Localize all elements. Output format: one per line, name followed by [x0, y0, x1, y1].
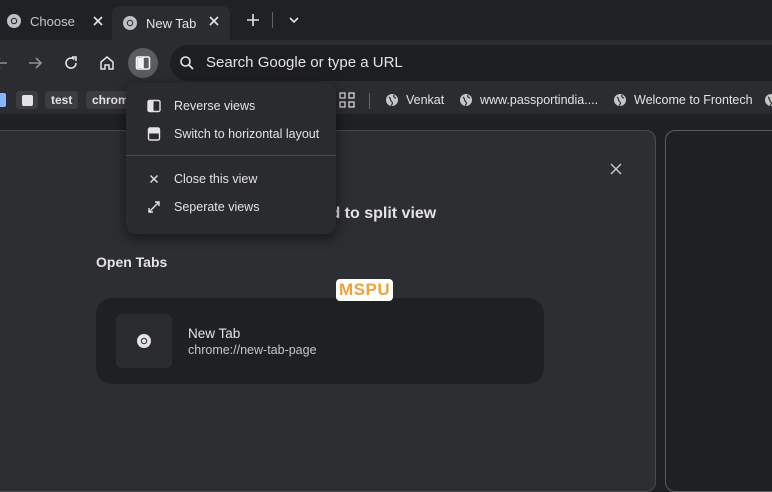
- split-view-button[interactable]: [128, 48, 158, 78]
- new-tab-plus-icon[interactable]: [244, 11, 262, 29]
- tab-search-chevron-icon[interactable]: [286, 12, 302, 28]
- split-view-heading: ld to split view: [326, 205, 437, 222]
- tab-title: Choose a: [30, 13, 78, 29]
- tab-new-tab[interactable]: New Tab: [112, 6, 230, 40]
- tab-card-url: chrome://new-tab-page: [188, 343, 317, 357]
- split-view-icon: [135, 56, 151, 70]
- tab-divider: [272, 12, 273, 28]
- tab-choose[interactable]: Choose a: [0, 6, 112, 36]
- open-tab-card[interactable]: New Tab chrome://new-tab-page: [96, 298, 544, 384]
- split-view-menu: Reverse views Switch to horizontal layou…: [126, 83, 336, 234]
- open-tabs-heading: Open Tabs: [96, 254, 168, 270]
- forward-arrow-icon[interactable]: [20, 48, 50, 78]
- omnibox-placeholder: Search Google or type a URL: [206, 54, 403, 71]
- omnibox[interactable]: Search Google or type a URL: [170, 45, 772, 81]
- menu-item-reverse-views[interactable]: Reverse views: [126, 92, 336, 120]
- globe-icon: [459, 93, 473, 107]
- close-tab-icon[interactable]: [90, 13, 106, 29]
- menu-separator: [126, 155, 336, 156]
- globe-icon[interactable]: [764, 93, 772, 107]
- expand-arrows-icon: [146, 199, 162, 215]
- tab-strip: Choose a New Tab: [0, 0, 772, 40]
- toolbar: Search Google or type a URL: [0, 40, 772, 86]
- bookmark-venkat[interactable]: Venkat: [385, 91, 444, 109]
- home-icon[interactable]: [92, 48, 122, 78]
- close-tab-icon[interactable]: [206, 13, 222, 29]
- right-split-panel[interactable]: [665, 130, 772, 492]
- menu-item-label: Seperate views: [174, 200, 260, 214]
- chrome-icon: [6, 13, 22, 29]
- close-icon: [146, 171, 162, 187]
- close-icon[interactable]: [607, 160, 625, 178]
- bookmark-tile-icon[interactable]: [16, 91, 38, 109]
- menu-item-label: Reverse views: [174, 99, 256, 113]
- bookmark-divider: [369, 93, 370, 109]
- bookmark-passportindia[interactable]: www.passportindia....: [459, 91, 598, 109]
- horizontal-layout-icon: [146, 126, 162, 142]
- tab-card-icon: [116, 314, 172, 368]
- bookmark-label: www.passportindia....: [480, 93, 599, 107]
- tab-card-title: New Tab: [188, 326, 241, 341]
- globe-icon: [613, 93, 627, 107]
- bookmark-frontech[interactable]: Welcome to Frontech: [613, 91, 753, 109]
- watermark-logo: MSPU: [336, 279, 394, 301]
- reload-icon[interactable]: [56, 48, 86, 78]
- menu-item-close-view[interactable]: Close this view: [126, 165, 336, 193]
- globe-icon: [385, 93, 399, 107]
- apps-grid-icon[interactable]: [339, 92, 355, 108]
- menu-item-horizontal-layout[interactable]: Switch to horizontal layout: [126, 120, 336, 148]
- bookmarks-bar: test chrom Venkat www.passportindia.... …: [0, 86, 772, 114]
- chrome-icon: [137, 334, 151, 348]
- bookmark-label: Welcome to Frontech: [634, 93, 753, 107]
- bookmark-chip-test[interactable]: test: [45, 91, 79, 109]
- tab-title: New Tab: [146, 15, 197, 31]
- bookmark-label: Venkat: [406, 93, 445, 107]
- menu-item-label: Switch to horizontal layout: [174, 127, 320, 141]
- menu-item-separate-views[interactable]: Seperate views: [126, 193, 336, 221]
- menu-item-label: Close this view: [174, 172, 258, 186]
- reverse-views-icon: [146, 98, 162, 114]
- bookmark-favicon-icon[interactable]: [0, 93, 6, 107]
- search-icon: [178, 54, 196, 72]
- back-arrow-icon[interactable]: [0, 48, 16, 78]
- bookmark-chip-chrome[interactable]: chrom: [86, 91, 130, 109]
- chrome-icon: [122, 15, 138, 31]
